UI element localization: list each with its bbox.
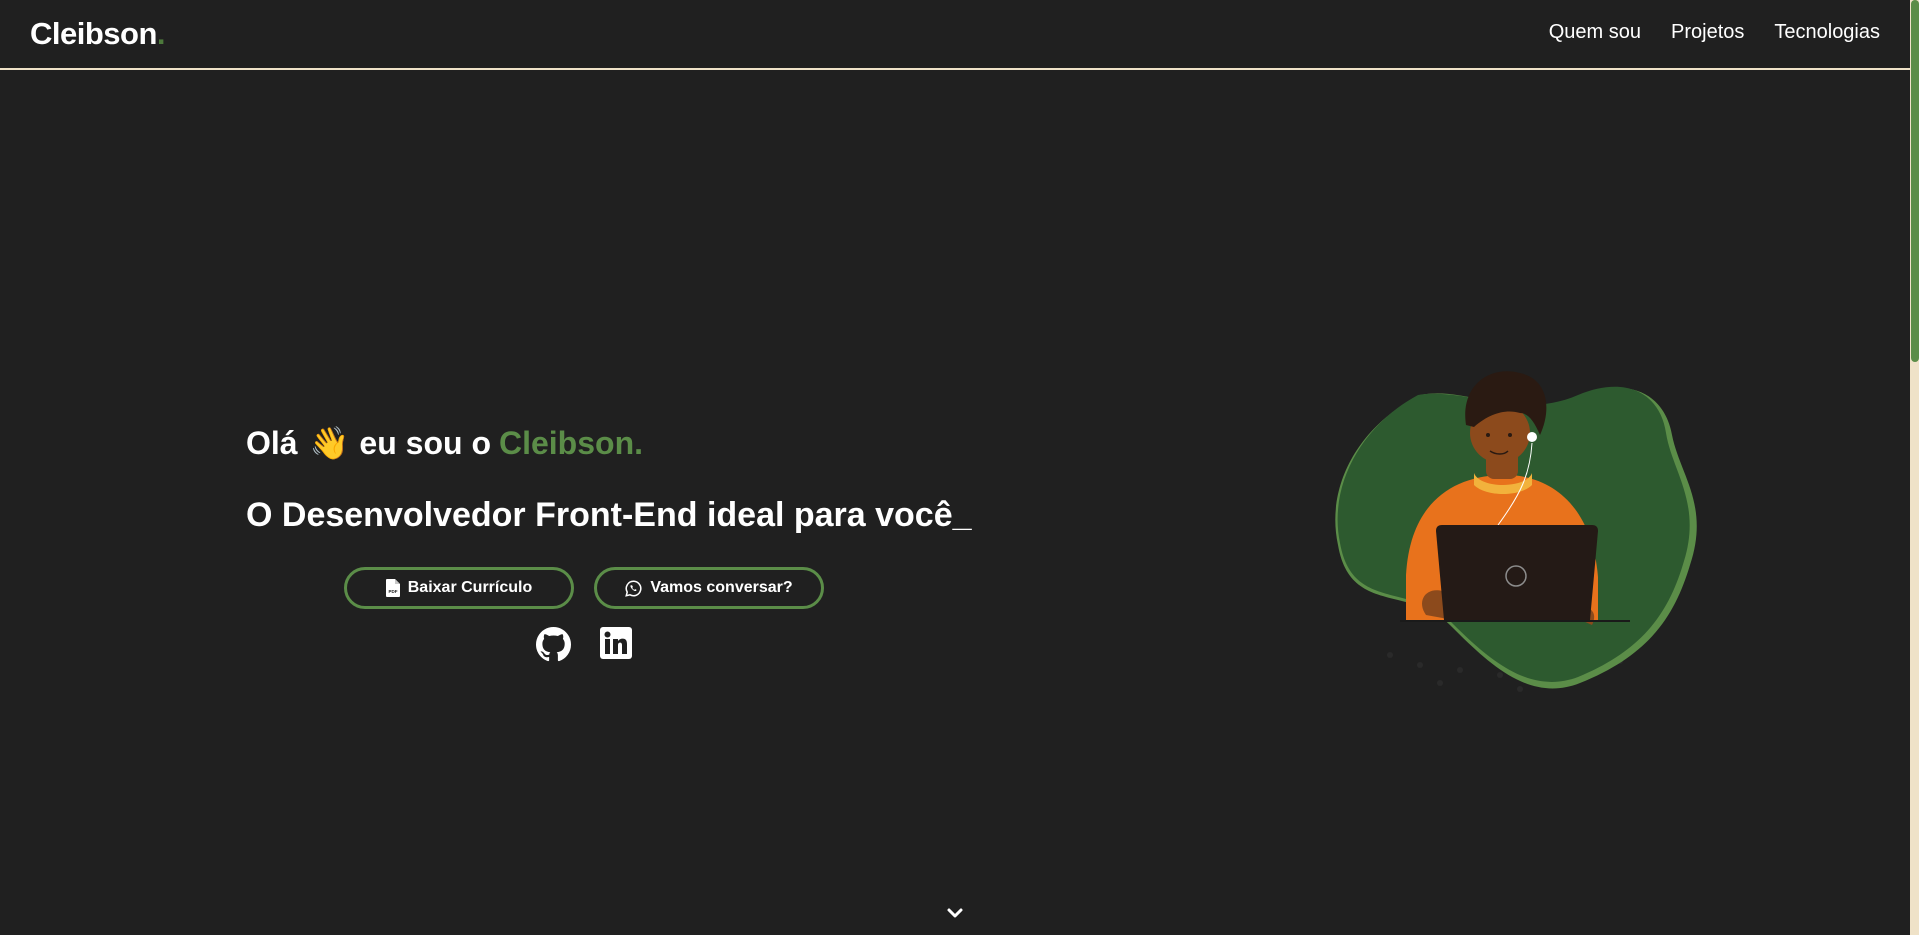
hero-name: Cleibson. [498,424,643,461]
download-cv-label: Baixar Currículo [407,579,533,596]
hero-subtitle: O Desenvolvedor Front-End ideal para voc… [246,496,972,534]
logo[interactable]: Cleibson. [30,16,166,52]
developer-illustration [1335,371,1697,692]
linkedin-icon[interactable] [600,627,632,659]
nav-item-quem-sou[interactable]: Quem sou [1549,21,1641,44]
github-icon[interactable] [536,627,571,662]
page: Cleibson. Quem sou Projetos Tecnologias … [0,0,1919,935]
scrollbar[interactable] [1910,0,1919,935]
nav-item-tecnologias[interactable]: Tecnologias [1774,21,1880,44]
whatsapp-icon [625,580,642,597]
logo-dot: . [156,16,166,51]
nav-item-projetos[interactable]: Projetos [1671,21,1744,44]
main-nav: Quem sou Projetos Tecnologias [1549,21,1880,44]
waving-hand-icon: 👋 [309,425,350,461]
chevron-down-icon[interactable] [946,907,964,919]
svg-text:PDF: PDF [388,589,397,594]
site-header: Cleibson. Quem sou Projetos Tecnologias [0,0,1910,70]
download-cv-button[interactable]: PDF Baixar Currículo [344,567,574,609]
lets-talk-button[interactable]: Vamos conversar? [594,567,824,609]
laptop [1436,525,1598,620]
scrollbar-thumb[interactable] [1911,0,1919,362]
hero-greeting: Olá 👋 eu sou o Cleibson. [246,424,643,462]
lets-talk-label: Vamos conversar? [650,579,793,596]
intro-text: eu sou o [359,424,491,461]
logo-text: Cleibson [30,16,157,51]
pdf-file-icon: PDF [385,579,400,597]
greeting-text: Olá [246,424,298,461]
